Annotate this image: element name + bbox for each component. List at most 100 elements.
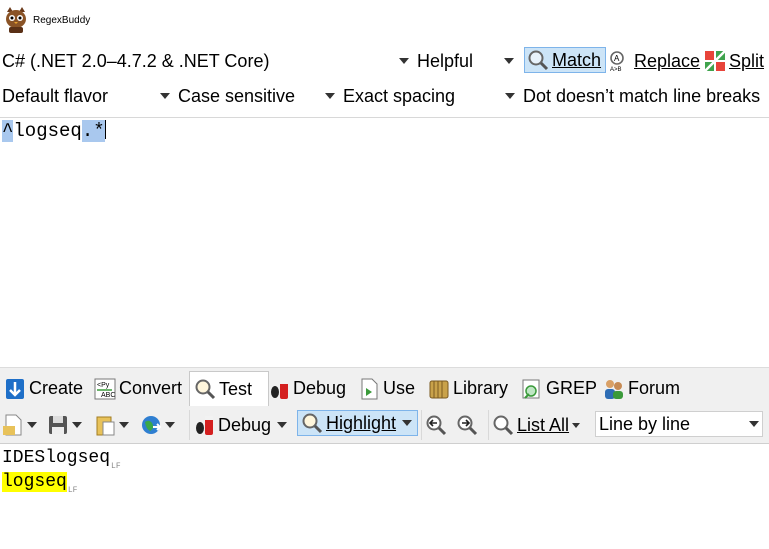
chevron-down-icon [505,93,515,99]
web-download-button[interactable] [140,412,186,438]
tab-convert[interactable]: <Py ABC Convert [94,372,186,405]
toolbar-separator [488,410,489,440]
tab-use[interactable]: Use [358,372,422,405]
line-mode-value: Line by line [599,413,691,434]
replace-button[interactable]: A A>B Replace [609,48,701,74]
case-value: Case sensitive [178,85,296,106]
text-caret [104,120,106,139]
library-icon [428,378,450,400]
language-select[interactable]: C# (.NET 2.0–4.7.2 & .NET Core) [0,48,413,74]
regexbuddy-logo-icon [4,6,28,34]
regex-anchor-token: ^ [2,120,14,142]
dot-value: Dot doesn’t match line breaks [523,85,761,106]
toolbar-separator [421,410,422,440]
replace-icon: A A>B [609,50,631,73]
split-icon [704,50,726,72]
svg-text:ABC: ABC [101,392,115,399]
save-file-button[interactable] [47,412,89,438]
helpfulness-select[interactable]: Helpful [415,48,518,74]
chevron-down-icon [572,422,581,428]
debug-label: Debug [218,414,272,435]
svg-text:<Py: <Py [97,382,110,389]
line-break-marker: LF [67,486,78,495]
chevron-down-icon [325,93,335,99]
test-line: logseqLF [2,472,77,495]
chevron-down-icon [399,58,409,64]
list-all-label: List All [517,414,570,435]
debug-icon [268,378,290,400]
tab-grep-label: GREP [546,378,598,398]
tab-create[interactable]: Create [4,372,88,405]
chevron-down-icon [160,93,170,99]
magnifier-icon [492,414,514,436]
previous-match-icon [425,414,447,436]
spacing-value: Exact spacing [343,85,456,106]
chevron-down-icon [165,422,175,428]
flavor-select[interactable]: Default flavor [0,83,174,109]
clipboard-icon [94,414,116,436]
convert-icon: <Py ABC [94,378,116,400]
language-value: C# (.NET 2.0–4.7.2 & .NET Core) [2,50,270,71]
match-button[interactable]: Match [524,47,606,73]
regex-text[interactable]: ^logseq.* [2,120,106,142]
tab-forum-label: Forum [628,378,681,398]
split-label: Split [729,50,765,71]
previous-match-button[interactable] [425,412,451,438]
split-button[interactable]: Split [704,48,769,74]
regex-literal-token: logseq [13,120,82,142]
magnifier-icon [527,49,549,71]
chevron-down-icon [72,422,82,428]
chevron-down-icon [27,422,37,428]
save-icon [47,414,69,436]
line-mode-select[interactable]: Line by line [595,411,763,437]
paste-button[interactable] [94,412,136,438]
tab-library[interactable]: Library [428,372,514,405]
chevron-down-icon [749,421,759,427]
highlight-button[interactable]: Highlight [297,410,418,436]
forum-icon [603,378,625,400]
chevron-down-icon [402,420,413,426]
tab-debug[interactable]: Debug [268,372,350,405]
match-label: Match [552,49,602,70]
create-icon [4,378,26,400]
tab-test[interactable]: Test [189,371,269,406]
case-select[interactable]: Case sensitive [176,83,339,109]
open-file-icon [2,414,24,436]
toolbar-separator [189,410,190,440]
regex-dotstar-token: .* [81,120,105,142]
test-line-text: IDESlogseq [2,448,111,468]
highlight-label: Highlight [326,412,397,433]
debug-button[interactable]: Debug [193,412,293,438]
title-bar [0,0,769,44]
tab-grep[interactable]: GREP [521,372,598,405]
tab-forum[interactable]: Forum [603,372,685,405]
tab-create-label: Create [29,378,84,398]
debug-icon [193,414,215,436]
list-all-button[interactable]: List All [492,412,588,438]
tab-convert-label: Convert [119,378,183,398]
dot-select[interactable]: Dot doesn’t match line breaks [521,83,769,109]
next-match-button[interactable] [456,412,482,438]
tab-test-label: Test [219,378,253,399]
test-icon [194,378,216,400]
line-break-marker: LF [111,462,121,471]
tab-debug-label: Debug [293,378,347,398]
flavor-value: Default flavor [2,85,109,106]
replace-label: Replace [634,50,701,71]
tab-library-label: Library [453,378,509,398]
open-file-button[interactable] [2,412,44,438]
svg-text:A>B: A>B [610,67,622,72]
next-match-icon [456,414,478,436]
globe-icon [140,414,162,436]
chevron-down-icon [277,422,288,428]
chevron-down-icon [119,422,129,428]
match-highlight: logseq [2,472,67,492]
svg-text:A: A [614,54,620,63]
spacing-select[interactable]: Exact spacing [341,83,519,109]
app-title: RegexBuddy [33,15,91,26]
use-icon [358,378,380,400]
tab-use-label: Use [383,378,416,398]
grep-icon [521,378,543,400]
chevron-down-icon [504,58,514,64]
regex-editor[interactable] [0,117,769,367]
